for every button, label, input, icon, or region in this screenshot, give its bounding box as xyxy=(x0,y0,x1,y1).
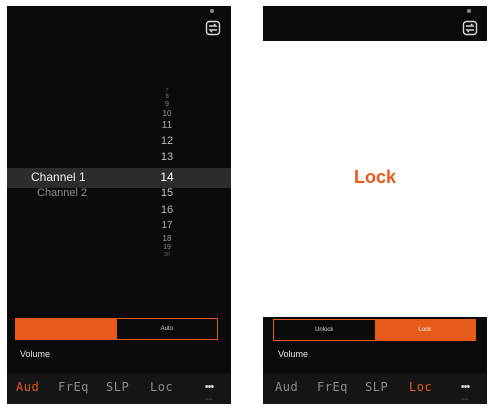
manual-mode-button[interactable] xyxy=(16,319,117,339)
sync-icon[interactable] xyxy=(205,20,221,36)
sync-icon[interactable] xyxy=(462,20,478,36)
lock-segmented-control: Unlock Lock xyxy=(273,319,476,341)
bottom-tab-bar: Aud FrEq SLP Loc ••• More xyxy=(7,374,231,404)
tab-freq[interactable]: FrEq xyxy=(58,380,89,394)
picker-number: 8 xyxy=(165,94,169,100)
lock-button[interactable]: Lock xyxy=(374,320,475,340)
picker-number-selected: 14 xyxy=(160,170,174,184)
more-icon[interactable]: ••• xyxy=(455,381,475,393)
status-dot xyxy=(210,9,214,13)
picker-number: 15 xyxy=(160,187,174,199)
volume-label: Volume xyxy=(278,349,309,359)
tab-aud[interactable]: Aud xyxy=(16,380,39,394)
picker-number: 10 xyxy=(162,109,172,118)
lock-panel: Lock xyxy=(263,41,487,317)
auto-mode-button[interactable]: Auto xyxy=(117,319,218,339)
bottom-tab-bar: Aud FrEq SLP Loc ••• More xyxy=(263,374,487,404)
picker-number: 20 xyxy=(164,252,170,258)
channel-option[interactable]: Channel 2 xyxy=(37,187,87,199)
volume-label: Volume xyxy=(20,349,51,359)
more-label: More xyxy=(461,397,469,401)
picker-number: 17 xyxy=(161,220,173,231)
picker-number: 9 xyxy=(165,101,169,108)
picker-number: 12 xyxy=(160,135,174,147)
status-dot xyxy=(467,9,471,13)
tab-slp[interactable]: SLP xyxy=(365,380,388,394)
tab-freq[interactable]: FrEq xyxy=(317,380,348,394)
tab-loc[interactable]: Loc xyxy=(409,380,432,394)
lock-title: Lock xyxy=(353,167,396,187)
picker-number: 18 xyxy=(162,234,172,243)
phone-screen-lock: Lock Unlock Lock Volume Aud FrEq SLP Loc… xyxy=(263,6,487,404)
picker-number: 11 xyxy=(161,120,173,131)
more-icon[interactable]: ••• xyxy=(199,381,219,393)
picker-number: 16 xyxy=(160,204,174,216)
tab-loc[interactable]: Loc xyxy=(150,380,173,394)
mode-segmented-control: Auto xyxy=(15,318,218,340)
picker-number: 13 xyxy=(160,151,174,163)
more-label: More xyxy=(205,397,213,401)
unlock-button[interactable]: Unlock xyxy=(274,320,375,340)
picker-number: 19 xyxy=(163,244,171,251)
tab-aud[interactable]: Aud xyxy=(275,380,298,394)
phone-screen-audio: Channel 1 Channel 2 7 8 9 10 11 12 13 14… xyxy=(7,6,231,404)
channel-option[interactable]: Channel 1 xyxy=(31,170,86,184)
tab-slp[interactable]: SLP xyxy=(106,380,129,394)
